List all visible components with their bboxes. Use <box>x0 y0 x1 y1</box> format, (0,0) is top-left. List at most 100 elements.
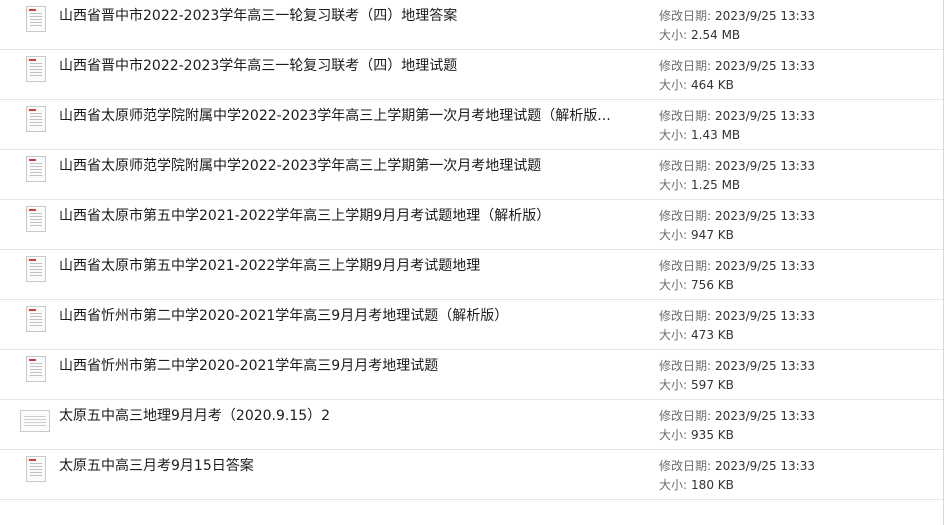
file-row[interactable]: 太原五中高三地理9月月考（2020.9.15）2 修改日期: 2023/9/25 1… <box>0 400 943 450</box>
file-size: 大小: 756 KB <box>659 277 734 293</box>
document-thumbnail-icon <box>20 410 50 432</box>
file-row[interactable]: 山西省晋中市2022-2023学年高三一轮复习联考（四）地理试题 修改日期: 202… <box>0 50 943 100</box>
document-thumbnail-icon <box>26 106 46 132</box>
thumbnail-text-lines <box>30 313 42 328</box>
modified-date: 修改日期: 2023/9/25 13:33 <box>659 308 815 324</box>
file-size-label: 大小: <box>659 278 688 292</box>
file-size-label: 大小: <box>659 228 688 242</box>
file-size: 大小: 935 KB <box>659 427 734 443</box>
modified-date-value: 2023/9/25 13:33 <box>715 309 815 323</box>
thumbnail-text-lines <box>30 63 42 78</box>
file-size-value: 464 KB <box>691 78 734 92</box>
file-row[interactable]: 太原五中高三月考9月15日答案 修改日期: 2023/9/25 13:33 大小: 18… <box>0 450 943 500</box>
thumbnail-header-mark <box>29 159 36 161</box>
modified-date-value: 2023/9/25 13:33 <box>715 409 815 423</box>
document-thumbnail-icon <box>26 306 46 332</box>
modified-date: 修改日期: 2023/9/25 13:33 <box>659 108 815 124</box>
modified-date: 修改日期: 2023/9/25 13:33 <box>659 408 815 424</box>
modified-date: 修改日期: 2023/9/25 13:33 <box>659 358 815 374</box>
thumbnail-header-mark <box>29 309 36 311</box>
file-name[interactable]: 山西省太原师范学院附属中学2022-2023学年高三上学期第一次月考地理试题 <box>59 156 651 176</box>
document-thumbnail-icon <box>26 356 46 382</box>
modified-date-label: 修改日期: <box>659 309 712 323</box>
modified-date-label: 修改日期: <box>659 109 712 123</box>
thumbnail-text-lines <box>30 113 42 128</box>
file-row[interactable]: 山西省太原市第五中学2021-2022学年高三上学期9月月考试题地理（解析版） 修… <box>0 200 943 250</box>
modified-date-value: 2023/9/25 13:33 <box>715 109 815 123</box>
modified-date-value: 2023/9/25 13:33 <box>715 9 815 23</box>
file-name[interactable]: 山西省晋中市2022-2023学年高三一轮复习联考（四）地理试题 <box>59 56 651 76</box>
file-size-label: 大小: <box>659 478 688 492</box>
file-size: 大小: 947 KB <box>659 227 734 243</box>
modified-date-label: 修改日期: <box>659 59 712 73</box>
modified-date-value: 2023/9/25 13:33 <box>715 209 815 223</box>
file-name[interactable]: 山西省忻州市第二中学2020-2021学年高三9月月考地理试题 <box>59 356 651 376</box>
thumbnail-text-lines <box>30 263 42 278</box>
thumbnail-text-lines <box>30 213 42 228</box>
modified-date-label: 修改日期: <box>659 209 712 223</box>
file-name[interactable]: 山西省晋中市2022-2023学年高三一轮复习联考（四）地理答案 <box>59 6 651 26</box>
modified-date-value: 2023/9/25 13:33 <box>715 159 815 173</box>
file-size: 大小: 473 KB <box>659 327 734 343</box>
file-size-value: 756 KB <box>691 278 734 292</box>
file-name[interactable]: 山西省忻州市第二中学2020-2021学年高三9月月考地理试题（解析版） <box>59 306 651 326</box>
thumbnail-text-lines <box>30 163 42 178</box>
file-size: 大小: 597 KB <box>659 377 734 393</box>
modified-date: 修改日期: 2023/9/25 13:33 <box>659 458 815 474</box>
file-name[interactable]: 太原五中高三地理9月月考（2020.9.15）2 <box>59 406 651 426</box>
modified-date-label: 修改日期: <box>659 359 712 373</box>
file-name[interactable]: 山西省太原师范学院附属中学2022-2023学年高三上学期第一次月考地理试题（解… <box>59 106 651 126</box>
thumbnail-header-mark <box>29 109 36 111</box>
file-size: 大小: 464 KB <box>659 77 734 93</box>
modified-date: 修改日期: 2023/9/25 13:33 <box>659 258 815 274</box>
modified-date-label: 修改日期: <box>659 409 712 423</box>
document-thumbnail-icon <box>26 256 46 282</box>
file-size-label: 大小: <box>659 128 688 142</box>
thumbnail-header-mark <box>29 209 36 211</box>
modified-date: 修改日期: 2023/9/25 13:33 <box>659 58 815 74</box>
thumbnail-header-mark <box>29 9 36 11</box>
modified-date: 修改日期: 2023/9/25 13:33 <box>659 158 815 174</box>
file-row[interactable]: 山西省忻州市第二中学2020-2021学年高三9月月考地理试题 修改日期: 2023… <box>0 350 943 400</box>
file-name[interactable]: 山西省太原市第五中学2021-2022学年高三上学期9月月考试题地理 <box>59 256 651 276</box>
file-size: 大小: 2.54 MB <box>659 27 740 43</box>
modified-date-label: 修改日期: <box>659 259 712 273</box>
thumbnail-header-mark <box>29 359 36 361</box>
file-row[interactable]: 山西省太原师范学院附属中学2022-2023学年高三上学期第一次月考地理试题 修改… <box>0 150 943 200</box>
document-thumbnail-icon <box>26 156 46 182</box>
file-size-value: 473 KB <box>691 328 734 342</box>
file-size-label: 大小: <box>659 178 688 192</box>
modified-date-label: 修改日期: <box>659 459 712 473</box>
modified-date: 修改日期: 2023/9/25 13:33 <box>659 208 815 224</box>
file-name[interactable]: 太原五中高三月考9月15日答案 <box>59 456 651 476</box>
thumbnail-header-mark <box>29 459 36 461</box>
modified-date: 修改日期: 2023/9/25 13:33 <box>659 8 815 24</box>
modified-date-label: 修改日期: <box>659 9 712 23</box>
document-thumbnail-icon <box>26 206 46 232</box>
file-size-label: 大小: <box>659 78 688 92</box>
file-size-value: 180 KB <box>691 478 734 492</box>
file-size-label: 大小: <box>659 428 688 442</box>
file-size: 大小: 180 KB <box>659 477 734 493</box>
file-size-value: 947 KB <box>691 228 734 242</box>
file-size-value: 2.54 MB <box>691 28 741 42</box>
file-row[interactable]: 山西省太原市第五中学2021-2022学年高三上学期9月月考试题地理 修改日期: 2… <box>0 250 943 300</box>
modified-date-value: 2023/9/25 13:33 <box>715 259 815 273</box>
file-row[interactable]: 山西省晋中市2022-2023学年高三一轮复习联考（四）地理答案 修改日期: 202… <box>0 0 943 50</box>
file-name[interactable]: 山西省太原市第五中学2021-2022学年高三上学期9月月考试题地理（解析版） <box>59 206 651 226</box>
thumbnail-header-mark <box>29 259 36 261</box>
file-size-label: 大小: <box>659 328 688 342</box>
document-thumbnail-icon <box>26 6 46 32</box>
modified-date-value: 2023/9/25 13:33 <box>715 59 815 73</box>
thumbnail-text-lines <box>24 416 46 428</box>
document-thumbnail-icon <box>26 56 46 82</box>
thumbnail-text-lines <box>30 363 42 378</box>
file-size-value: 935 KB <box>691 428 734 442</box>
file-size-label: 大小: <box>659 28 688 42</box>
modified-date-value: 2023/9/25 13:33 <box>715 359 815 373</box>
thumbnail-header-mark <box>29 59 36 61</box>
file-row[interactable]: 山西省太原师范学院附属中学2022-2023学年高三上学期第一次月考地理试题（解… <box>0 100 943 150</box>
file-list: 山西省晋中市2022-2023学年高三一轮复习联考（四）地理答案 修改日期: 202… <box>0 0 944 525</box>
file-row[interactable]: 山西省忻州市第二中学2020-2021学年高三9月月考地理试题（解析版） 修改日期… <box>0 300 943 350</box>
file-size-value: 1.43 MB <box>691 128 741 142</box>
